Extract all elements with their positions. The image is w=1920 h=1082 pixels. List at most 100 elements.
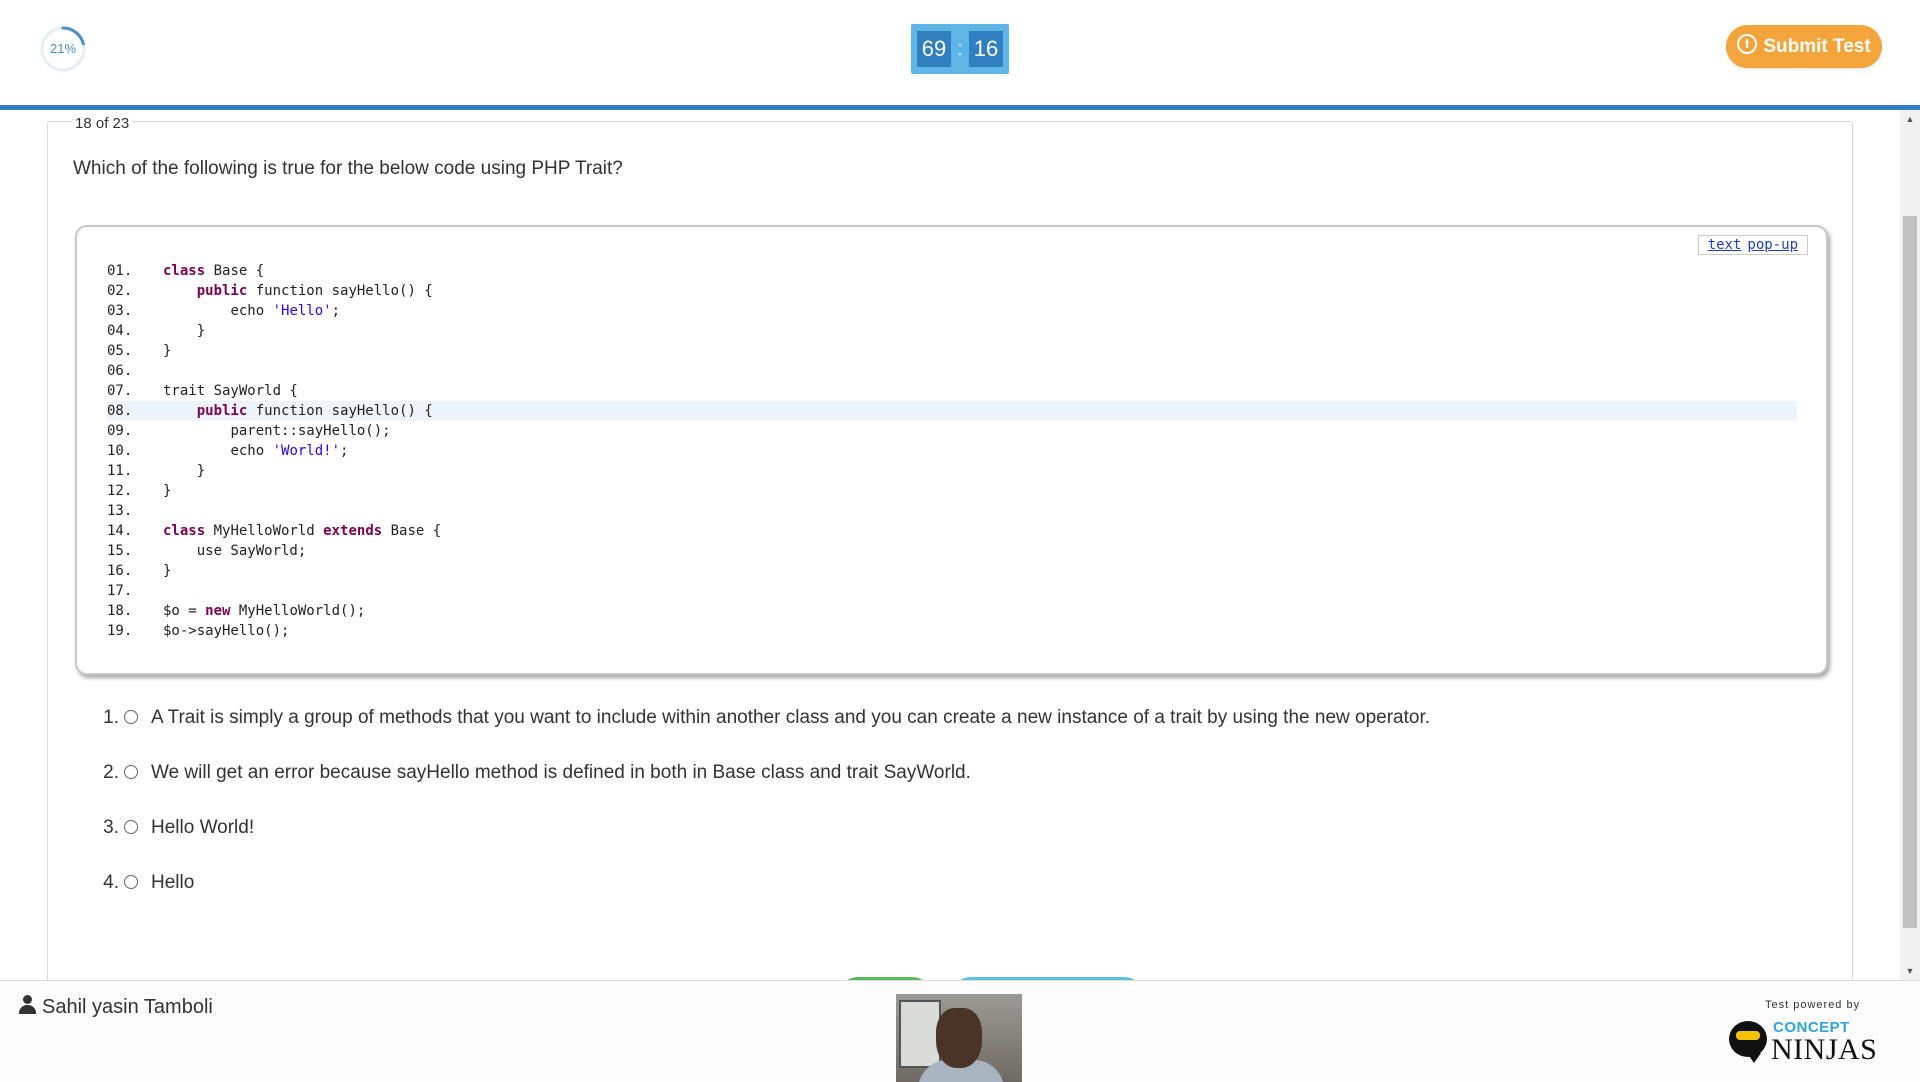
code-block: text pop-up 01. class Base { 02. public fun… (75, 225, 1828, 675)
code-line: 06. (107, 361, 1797, 381)
code-token: use SayWorld; (196, 543, 307, 559)
code-token: extends (323, 523, 383, 539)
question-area: 18 of 23 Which of the following is true … (0, 110, 1900, 980)
code-line: 13. (107, 501, 1797, 521)
candidate-name-label: Sahil yasin Tamboli (42, 996, 213, 1018)
code-token: } (163, 483, 172, 499)
timer-minutes: 69 (917, 31, 951, 67)
code-token: class (163, 523, 206, 539)
option-text[interactable]: Hello World! (151, 817, 254, 839)
code-line-number: 09. (107, 423, 133, 439)
option-text[interactable]: A Trait is simply a group of methods tha… (151, 707, 1430, 729)
code-text-link[interactable]: text (1708, 237, 1742, 253)
code-token: MyHelloWorld (205, 523, 324, 539)
scrollbar-thumb[interactable] (1903, 216, 1917, 928)
code-line-number: 10. (107, 443, 133, 459)
option-radio[interactable] (124, 820, 138, 834)
code-line-number: 16. (107, 563, 133, 579)
code-line: 10. echo 'World!'; (107, 441, 1797, 461)
code-line: 11. } (107, 461, 1797, 481)
code-line: 08. public function sayHello() { (107, 401, 1797, 421)
progress-indicator: 21% (38, 24, 88, 74)
option-text[interactable]: We will get an error because sayHello me… (151, 762, 971, 784)
code-line-number: 14. (107, 523, 133, 539)
code-token: echo (230, 303, 273, 319)
option-number: 1. (103, 707, 119, 728)
code-token: new (205, 603, 231, 619)
code-token: } (163, 563, 172, 579)
option-number: 2. (103, 762, 119, 783)
footer: Sahil yasin Tamboli Test powered by CONC… (0, 980, 1920, 1082)
submit-test-label: Submit Test (1763, 36, 1871, 57)
code-line-number: 12. (107, 483, 133, 499)
code-token: } (196, 463, 206, 479)
code-line: 19. $o->sayHello(); (107, 621, 1797, 641)
code-line: 01. class Base { (107, 261, 1797, 281)
code-line-number: 07. (107, 383, 133, 399)
code-line: 09. parent::sayHello(); (107, 421, 1797, 441)
code-line-number: 15. (107, 543, 133, 559)
option-radio[interactable] (124, 765, 138, 779)
code-token: function sayHello() { (247, 283, 433, 299)
code-line-number: 19. (107, 623, 133, 639)
code-token: } (163, 343, 172, 359)
powered-by-text: Test powered by (1765, 999, 1861, 1011)
code-token: Base { (205, 263, 265, 279)
code-line-number: 11. (107, 463, 133, 479)
code-popup-link[interactable]: pop-up (1747, 237, 1798, 253)
option-text[interactable]: Hello (151, 872, 194, 894)
code-token: public (196, 403, 248, 419)
code-line: 15. use SayWorld; (107, 541, 1797, 561)
code-view-links: text pop-up (1697, 235, 1808, 255)
logo-word-ninjas: NINJAS (1771, 1033, 1878, 1066)
code-token: parent::sayHello(); (230, 423, 391, 439)
code-token: Base { (382, 523, 442, 539)
code-line-number: 04. (107, 323, 133, 339)
code-token: trait SayWorld { (163, 383, 298, 399)
code-line-number: 17. (107, 583, 133, 599)
option-radio[interactable] (124, 710, 138, 724)
question-counter: 18 of 23 (72, 115, 133, 132)
code-token: MyHelloWorld(); (230, 603, 366, 619)
code-token: class (163, 263, 206, 279)
code-token: $o = (163, 603, 206, 619)
timer-seconds: 16 (969, 31, 1003, 67)
code-token: $o->sayHello(); (163, 623, 290, 639)
user-icon (18, 995, 36, 1015)
code-line-number: 05. (107, 343, 133, 359)
code-line-number: 02. (107, 283, 133, 299)
code-line: 17. (107, 581, 1797, 601)
candidate-name: Sahil yasin Tamboli (18, 995, 213, 1019)
code-token: ; (331, 303, 341, 319)
code-line-number: 18. (107, 603, 133, 619)
code-line: 18. $o = new MyHelloWorld(); (107, 601, 1797, 621)
option-radio[interactable] (124, 875, 138, 889)
option-number: 3. (103, 817, 119, 838)
code-line-number: 13. (107, 503, 133, 519)
code-line-number: 01. (107, 263, 133, 279)
timer-separator: : (957, 38, 963, 60)
submit-test-button[interactable]: Submit Test (1726, 25, 1882, 68)
scroll-up-arrow-icon[interactable]: ▲ (1900, 110, 1920, 128)
code-line-number: 06. (107, 363, 133, 379)
code-token: public (196, 283, 248, 299)
option-number: 4. (103, 872, 119, 893)
header: 21% 69 : 16 Submit Test (0, 0, 1920, 106)
scroll-down-arrow-icon[interactable]: ▼ (1900, 962, 1920, 980)
webcam-preview (896, 994, 1022, 1082)
code-line: 16.} (107, 561, 1797, 581)
code-token: 'World!' (272, 443, 341, 459)
countdown-timer: 69 : 16 (911, 24, 1009, 74)
upload-circle-icon (1737, 34, 1758, 54)
vertical-scrollbar[interactable]: ▲ ▼ (1900, 110, 1920, 980)
code-line-number: 08. (107, 403, 133, 419)
code-token: echo (230, 443, 273, 459)
code-token: function sayHello() { (247, 403, 433, 419)
progress-label: 21% (49, 41, 77, 56)
